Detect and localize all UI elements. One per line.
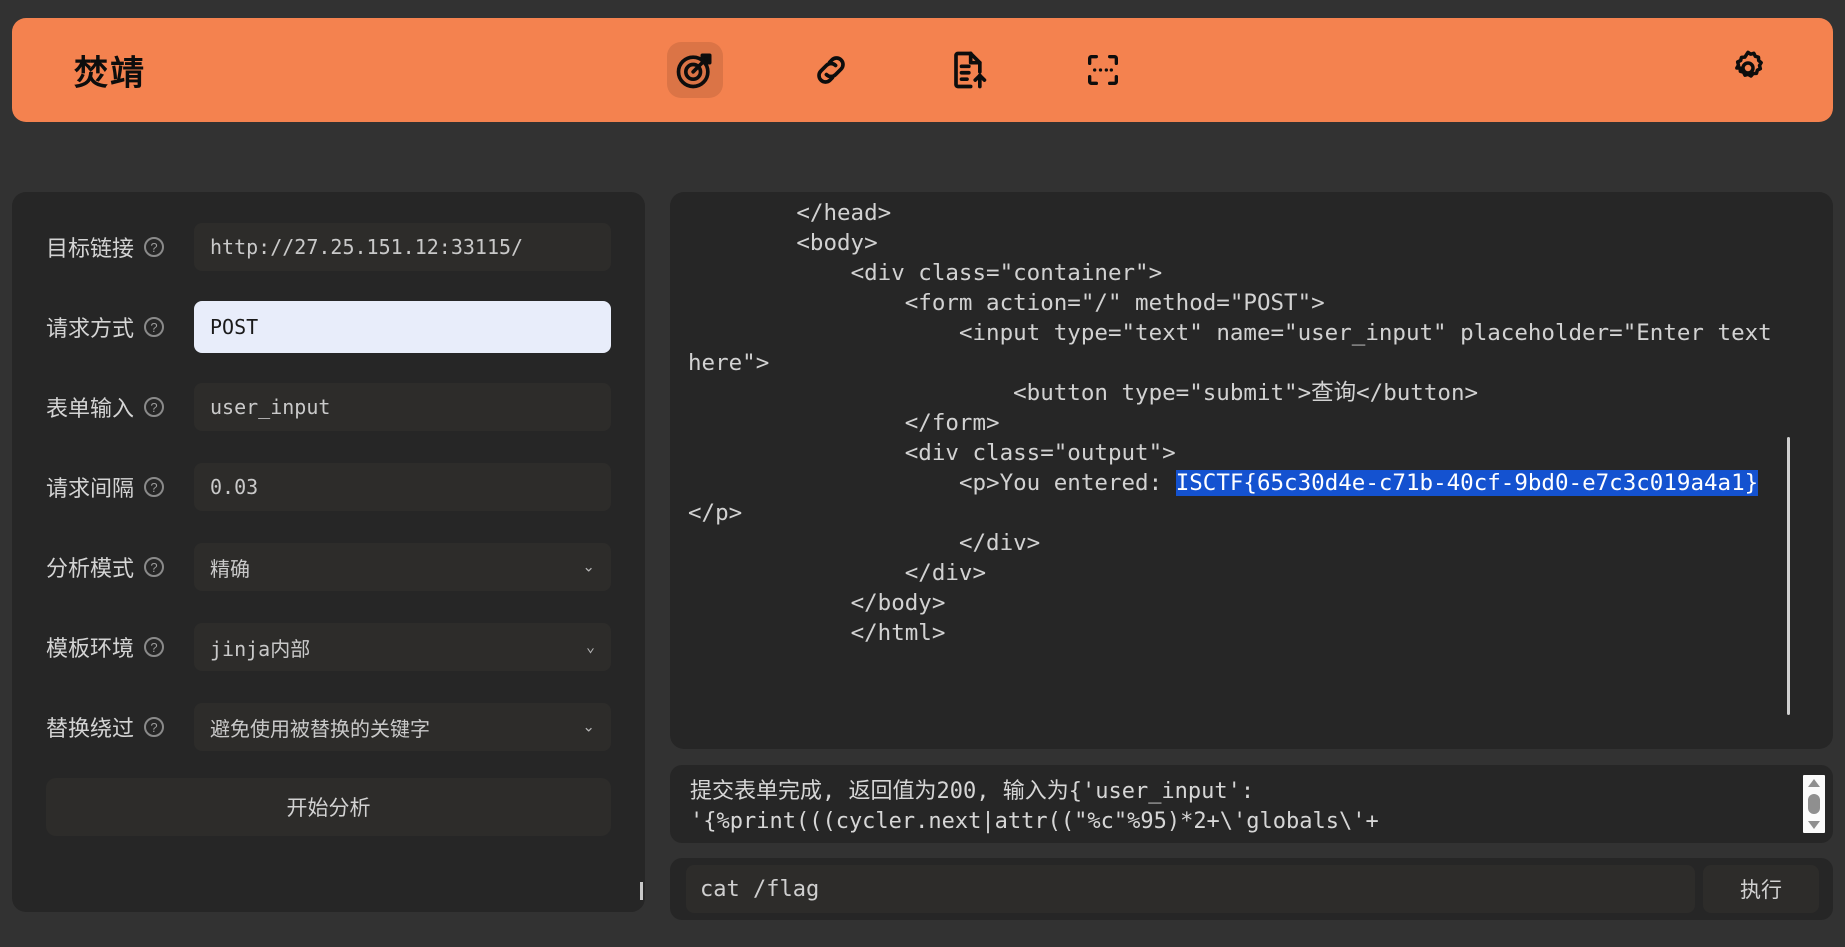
field-target-url: 目标链接 ? http://27.25.151.12:33115/ xyxy=(46,218,611,276)
input-request-method[interactable]: POST xyxy=(194,301,611,353)
label-text: 目标链接 xyxy=(46,237,135,262)
sidebar-resize-handle[interactable] xyxy=(640,882,643,900)
field-request-interval: 请求间隔 ? 0.03 xyxy=(46,458,611,516)
chevron-down-icon: ⌄ xyxy=(585,637,595,656)
label-text: 请求间隔 xyxy=(46,477,135,502)
help-icon-analysis-mode[interactable]: ? xyxy=(144,557,165,577)
select-replace-bypass[interactable]: 避免使用被替换的关键字 ⌄ xyxy=(194,703,611,751)
field-label-request-method: 请求方式 ? xyxy=(46,311,176,343)
gear-icon xyxy=(1728,48,1768,93)
code-after-flag: </p> </div> </div> </body> </html> xyxy=(688,500,1041,646)
select-value-template-env: jinja内部 xyxy=(210,636,311,661)
input-request-interval[interactable]: 0.03 xyxy=(194,463,611,511)
file-upload-icon xyxy=(945,48,989,92)
status-log-text: 提交表单完成, 返回值为200, 输入为{'user_input': '{%pr… xyxy=(690,779,1379,834)
link-icon xyxy=(809,48,853,92)
header-nav xyxy=(667,18,1131,122)
select-analysis-mode[interactable]: 精确 ⌄ xyxy=(194,543,611,591)
code-scrollbar[interactable] xyxy=(1787,437,1790,715)
start-analysis-button[interactable]: 开始分析 xyxy=(46,778,611,836)
field-template-env: 模板环境 ? jinja内部 ⌄ xyxy=(46,618,611,676)
nav-file-upload-button[interactable] xyxy=(939,42,995,98)
field-label-form-input: 表单输入 ? xyxy=(46,391,176,423)
help-icon-request-method[interactable]: ? xyxy=(144,317,165,337)
chevron-down-icon: ⌄ xyxy=(582,557,595,576)
flag-highlight: ISCTF{65c30d4e-c71b-40cf-9bd0-e7c3c019a4… xyxy=(1175,470,1759,496)
command-input[interactable]: cat /flag xyxy=(686,865,1695,913)
label-text: 替换绕过 xyxy=(46,717,135,742)
chevron-down-icon: ⌄ xyxy=(582,717,595,736)
response-code-panel[interactable]: </head> <body> <div class="container"> <… xyxy=(670,192,1833,749)
settings-button[interactable] xyxy=(1725,47,1771,93)
field-request-method: 请求方式 ? POST xyxy=(46,298,611,356)
log-scrollbar[interactable] xyxy=(1803,775,1825,833)
response-code-text: </head> <body> <div class="container"> <… xyxy=(670,192,1833,672)
status-log-panel[interactable]: 提交表单完成, 返回值为200, 输入为{'user_input': '{%pr… xyxy=(670,765,1833,843)
field-form-input: 表单输入 ? user_input xyxy=(46,378,611,436)
field-label-analysis-mode: 分析模式 ? xyxy=(46,551,176,583)
app-brand-title: 焚靖 xyxy=(74,53,146,94)
select-template-env[interactable]: jinja内部 ⌄ xyxy=(194,623,611,671)
label-text: 表单输入 xyxy=(46,397,135,422)
field-analysis-mode: 分析模式 ? 精确 ⌄ xyxy=(46,538,611,596)
label-text: 模板环境 xyxy=(46,637,135,662)
help-icon-template-env[interactable]: ? xyxy=(144,637,165,657)
code-before-flag: </head> <body> <div class="container"> <… xyxy=(688,200,1772,496)
select-value-analysis-mode: 精确 xyxy=(210,556,250,581)
help-icon-target-url[interactable]: ? xyxy=(144,237,165,257)
target-icon xyxy=(673,48,717,92)
label-text: 请求方式 xyxy=(46,317,135,342)
scroll-down-arrow-icon[interactable] xyxy=(1808,821,1820,829)
field-label-template-env: 模板环境 ? xyxy=(46,631,176,663)
field-replace-bypass: 替换绕过 ? 避免使用被替换的关键字 ⌄ xyxy=(46,698,611,756)
help-icon-request-interval[interactable]: ? xyxy=(144,477,165,497)
scan-brackets-icon xyxy=(1083,50,1123,90)
help-icon-replace-bypass[interactable]: ? xyxy=(144,717,165,737)
label-text: 分析模式 xyxy=(46,557,135,582)
scrollbar-thumb[interactable] xyxy=(1808,794,1820,814)
nav-target-button[interactable] xyxy=(667,42,723,98)
field-label-target-url: 目标链接 ? xyxy=(46,231,176,263)
app-root: 焚靖 目标链接 ? http://27.25.151.12:33115/ 请求方… xyxy=(0,0,1845,947)
field-label-request-interval: 请求间隔 ? xyxy=(46,471,176,503)
command-bar: cat /flag 执行 xyxy=(670,858,1833,920)
nav-link-button[interactable] xyxy=(803,42,859,98)
input-form-input[interactable]: user_input xyxy=(194,383,611,431)
config-sidebar: 目标链接 ? http://27.25.151.12:33115/ 请求方式 ?… xyxy=(12,192,645,912)
execute-button[interactable]: 执行 xyxy=(1703,865,1819,913)
scroll-up-arrow-icon[interactable] xyxy=(1808,779,1820,787)
app-header: 焚靖 xyxy=(12,18,1833,122)
select-value-replace-bypass: 避免使用被替换的关键字 xyxy=(210,716,430,741)
nav-scan-button[interactable] xyxy=(1075,42,1131,98)
field-label-replace-bypass: 替换绕过 ? xyxy=(46,711,176,743)
input-target-url[interactable]: http://27.25.151.12:33115/ xyxy=(194,223,611,271)
help-icon-form-input[interactable]: ? xyxy=(144,397,165,417)
